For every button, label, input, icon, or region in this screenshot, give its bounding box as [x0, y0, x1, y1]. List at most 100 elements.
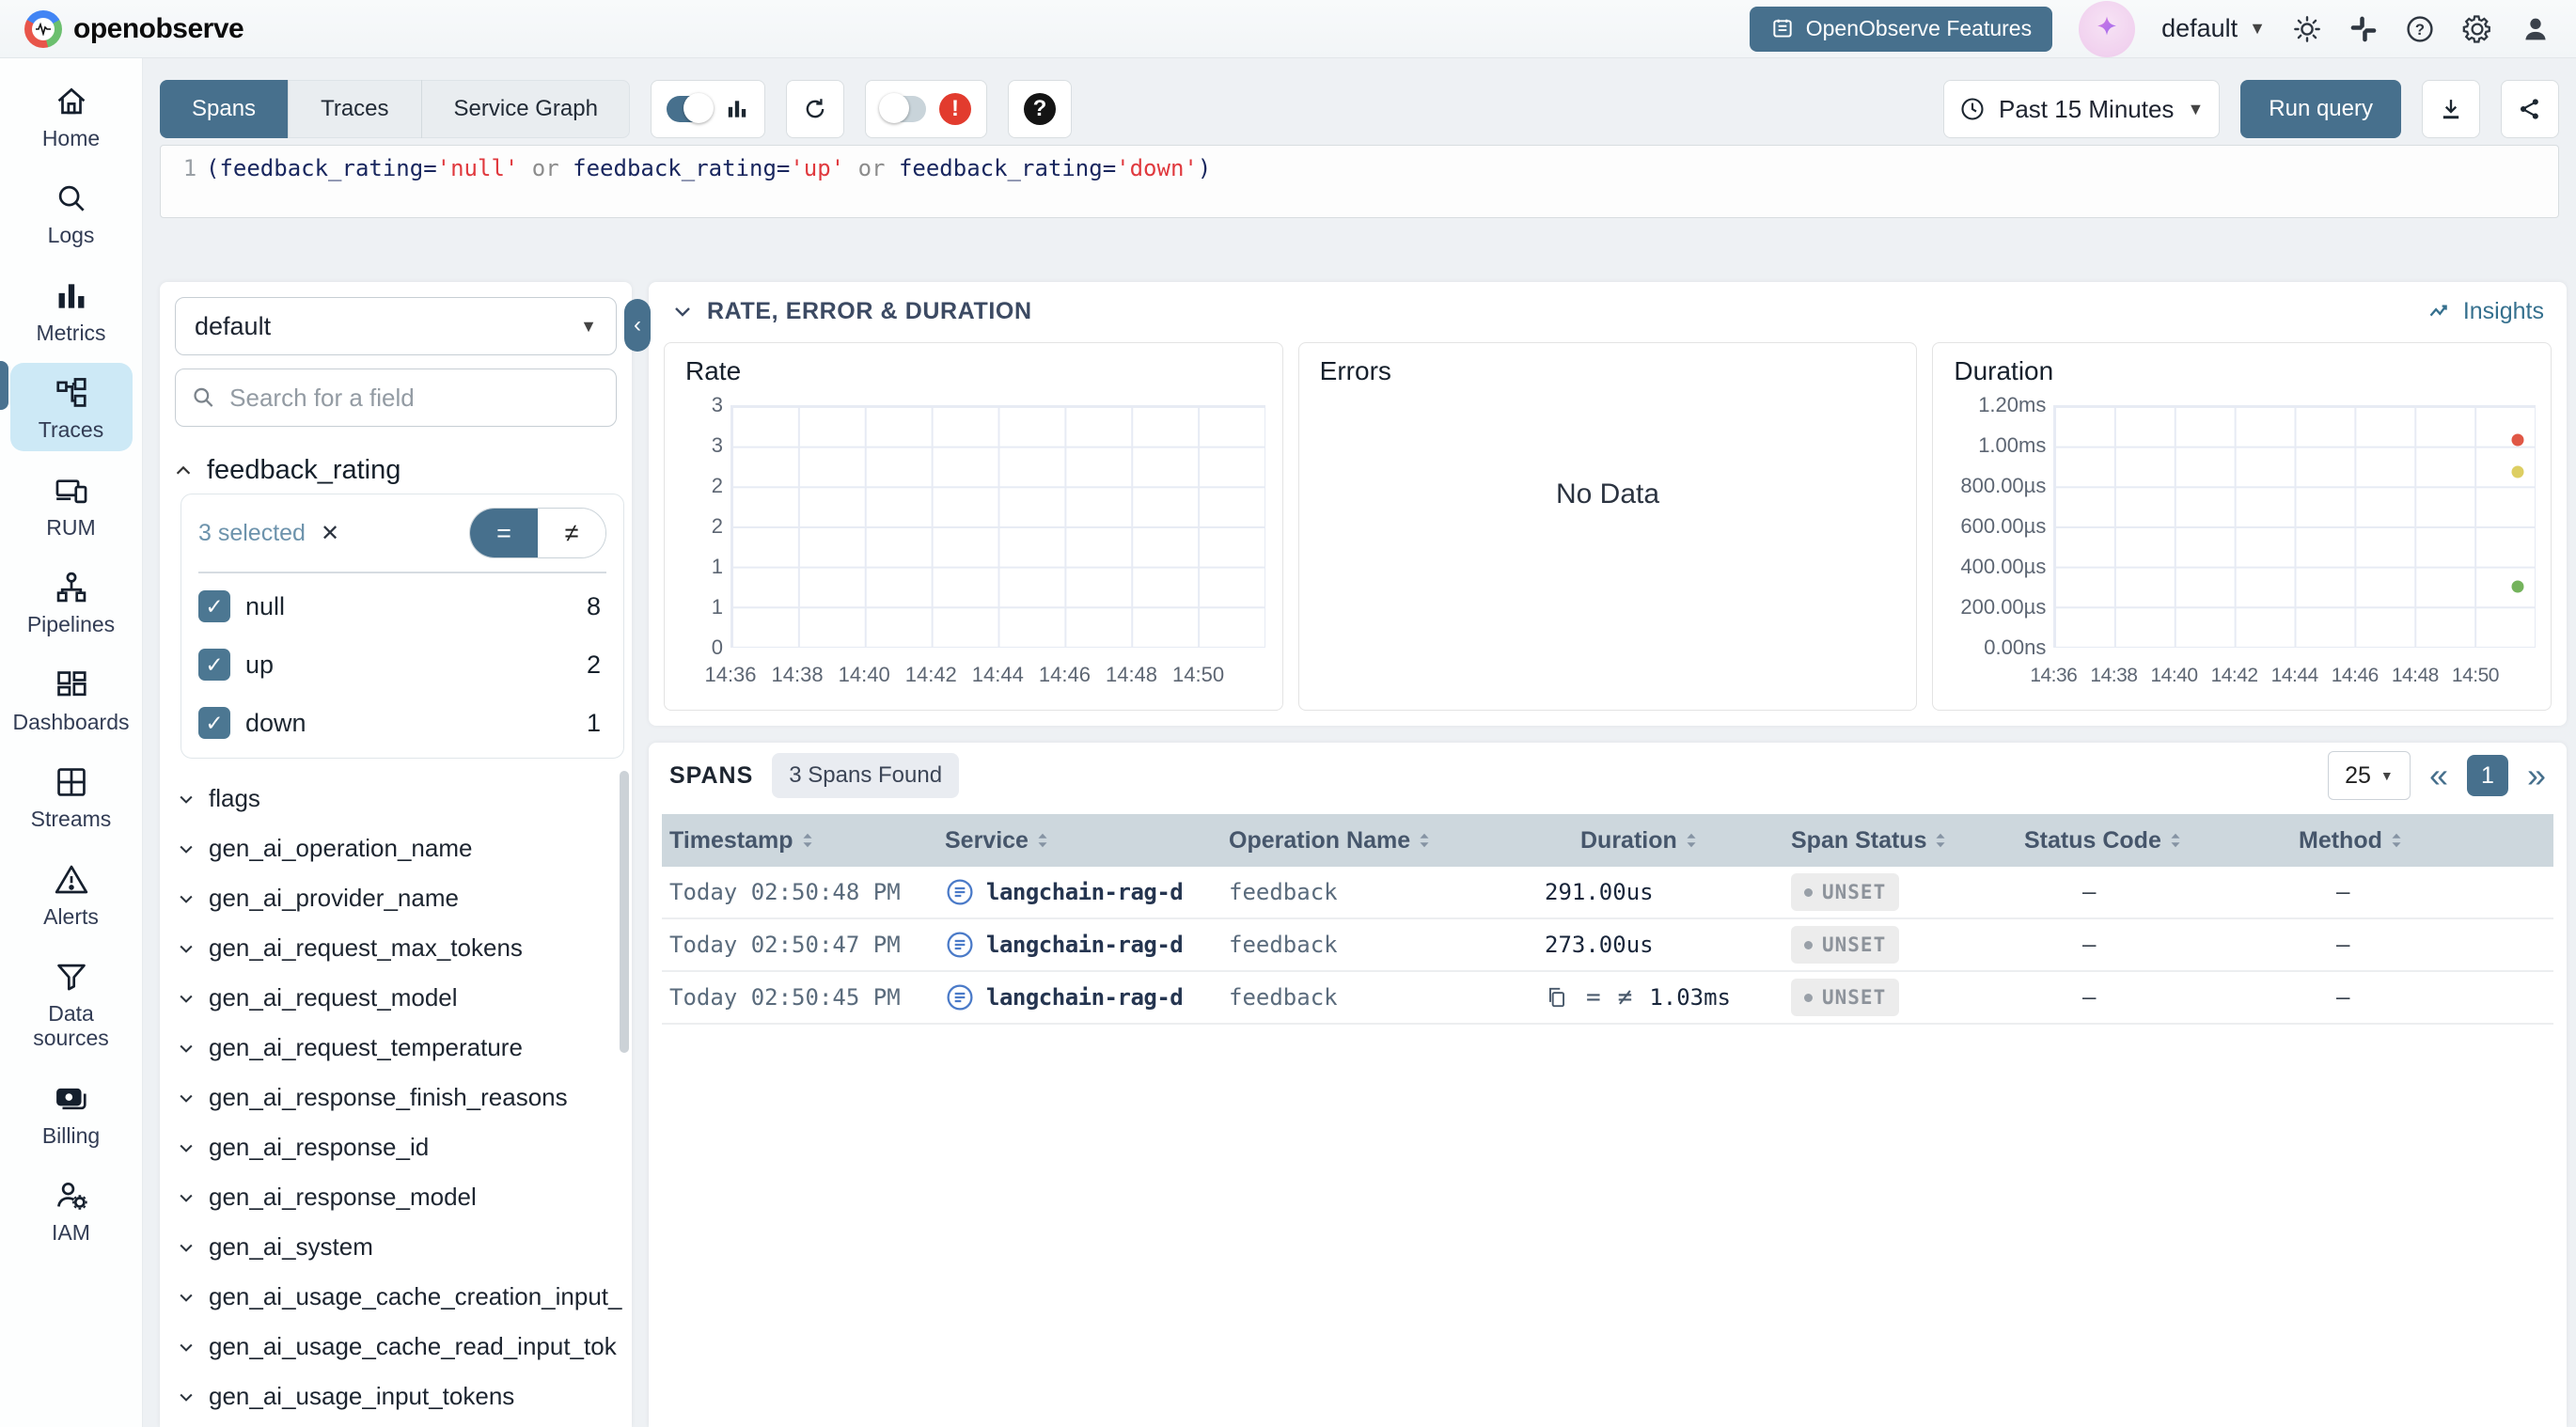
prev-page-button[interactable]: « — [2429, 759, 2448, 792]
copy-icon[interactable] — [1545, 985, 1569, 1010]
span-status-cell: UNSET — [1791, 873, 2024, 911]
field-row-gen_ai_system[interactable]: gen_ai_system — [160, 1222, 632, 1272]
query-help-button[interactable]: ? — [1008, 80, 1072, 138]
sort-icon[interactable] — [2169, 831, 2182, 850]
sidebar-drawer-handle[interactable] — [0, 361, 8, 410]
share-button[interactable] — [2501, 80, 2559, 138]
sidebar-item-alerts[interactable]: Alerts — [10, 850, 133, 937]
tab-traces[interactable]: Traces — [289, 80, 421, 138]
field-row-gen_ai_provider_name[interactable]: gen_ai_provider_name — [160, 873, 632, 923]
chevron-down-icon[interactable] — [671, 300, 694, 322]
fields-scrollbar[interactable] — [620, 771, 629, 1053]
column-header-span-status[interactable]: Span Status — [1791, 827, 2024, 855]
equals-filter-button[interactable]: = — [470, 509, 538, 557]
column-header-timestamp[interactable]: Timestamp — [669, 827, 945, 855]
sidebar-item-billing[interactable]: Billing — [10, 1069, 133, 1156]
field-row-gen_ai_response_id[interactable]: gen_ai_response_id — [160, 1122, 632, 1172]
duration-data-point[interactable] — [2512, 581, 2524, 593]
field-filter-box: 3 selected ✕ = ≠ ✓null8✓up2✓down1 — [181, 494, 624, 759]
not-equals-filter-icon[interactable]: ≠ — [1618, 983, 1633, 1011]
sidebar-item-metrics[interactable]: Metrics — [10, 266, 133, 353]
sidebar-item-pipelines[interactable]: Pipelines — [10, 557, 133, 645]
slack-icon[interactable] — [2348, 14, 2379, 44]
org-selector[interactable]: default ▼ — [2161, 14, 2266, 43]
equals-filter-icon[interactable]: = — [1586, 983, 1601, 1011]
time-range-selector[interactable]: Past 15 Minutes ▼ — [1943, 80, 2220, 138]
span-row[interactable]: Today 02:50:45 PMlangchain-rag-dfeedback… — [662, 972, 2553, 1025]
duration-data-point[interactable] — [2512, 434, 2524, 447]
logo[interactable]: openobserve — [24, 10, 243, 48]
query-editor[interactable]: 1 (feedback_rating='null' or feedback_ra… — [160, 145, 2559, 218]
error-filter-toggle-button[interactable]: ! — [865, 80, 987, 138]
histogram-toggle-button[interactable] — [651, 80, 765, 138]
refresh-button[interactable] — [786, 80, 844, 138]
histogram-toggle[interactable] — [667, 96, 712, 122]
clear-selection-icon[interactable]: ✕ — [321, 520, 339, 547]
expanded-field-header[interactable]: feedback_rating — [173, 455, 622, 486]
column-header-operation-name[interactable]: Operation Name — [1229, 827, 1580, 855]
ai-assistant-button[interactable] — [2079, 1, 2135, 57]
field-row-gen_ai_usage_output_tokens[interactable]: gen_ai_usage_output_tokens — [160, 1421, 632, 1427]
field-value-up[interactable]: ✓up2 — [198, 635, 606, 694]
tab-spans[interactable]: Spans — [160, 80, 289, 138]
field-row-gen_ai_request_model[interactable]: gen_ai_request_model — [160, 973, 632, 1023]
column-header-status-code[interactable]: Status Code — [2024, 827, 2299, 855]
sort-icon[interactable] — [2390, 831, 2403, 850]
sidebar-item-dashboards[interactable]: Dashboards — [10, 655, 133, 743]
field-row-gen_ai_usage_input_tokens[interactable]: gen_ai_usage_input_tokens — [160, 1372, 632, 1421]
checkbox-checked-icon[interactable]: ✓ — [198, 649, 230, 681]
field-row-flags[interactable]: flags — [160, 774, 632, 823]
run-query-button[interactable]: Run query — [2240, 80, 2401, 138]
current-page-button[interactable]: 1 — [2467, 755, 2508, 796]
page-size-selector[interactable]: 25 ▼ — [2328, 751, 2411, 800]
openobserve-features-button[interactable]: OpenObserve Features — [1750, 7, 2052, 52]
panel-collapse-handle[interactable]: ‹ — [624, 299, 651, 352]
stream-selector[interactable]: default ▼ — [175, 297, 617, 355]
sidebar-item-data-sources[interactable]: Data sources — [10, 947, 133, 1059]
sort-icon[interactable] — [1036, 831, 1049, 850]
x-tick: 14:50 — [1172, 663, 1224, 687]
errors-only-toggle[interactable] — [881, 96, 926, 122]
sidebar-item-traces[interactable]: Traces — [10, 363, 133, 450]
span-service: langchain-rag-d — [945, 982, 1229, 1012]
profile-avatar-icon[interactable] — [2520, 13, 2552, 45]
theme-toggle-button[interactable] — [2292, 14, 2322, 44]
field-search-input[interactable] — [229, 384, 601, 413]
download-button[interactable] — [2422, 80, 2480, 138]
y-tick: 600.00µs — [1939, 514, 2046, 539]
field-row-gen_ai_usage_cache_creation_input_[interactable]: gen_ai_usage_cache_creation_input_ — [160, 1272, 632, 1322]
sidebar-item-iam[interactable]: IAM — [10, 1166, 133, 1253]
field-row-gen_ai_request_max_tokens[interactable]: gen_ai_request_max_tokens — [160, 923, 632, 973]
insights-link[interactable]: Insights — [2427, 298, 2544, 325]
span-row[interactable]: Today 02:50:47 PMlangchain-rag-dfeedback… — [662, 919, 2553, 972]
help-icon[interactable]: ? — [2405, 14, 2435, 44]
duration-data-point[interactable] — [2512, 466, 2524, 478]
sort-icon[interactable] — [1418, 831, 1431, 850]
field-row-gen_ai_usage_cache_read_input_tok[interactable]: gen_ai_usage_cache_read_input_tok — [160, 1322, 632, 1372]
sort-icon[interactable] — [1934, 831, 1947, 850]
field-row-gen_ai_response_finish_reasons[interactable]: gen_ai_response_finish_reasons — [160, 1073, 632, 1122]
field-row-gen_ai_request_temperature[interactable]: gen_ai_request_temperature — [160, 1023, 632, 1073]
sort-icon[interactable] — [801, 831, 814, 850]
field-value-down[interactable]: ✓down1 — [198, 694, 606, 752]
field-row-gen_ai_operation_name[interactable]: gen_ai_operation_name — [160, 823, 632, 873]
sort-icon[interactable] — [1685, 831, 1698, 850]
column-header-method[interactable]: Method — [2299, 827, 2553, 855]
column-header-service[interactable]: Service — [945, 827, 1229, 855]
tab-service-graph[interactable]: Service Graph — [422, 80, 630, 138]
y-tick: 0 — [670, 635, 723, 660]
checkbox-checked-icon[interactable]: ✓ — [198, 590, 230, 622]
field-row-gen_ai_response_model[interactable]: gen_ai_response_model — [160, 1172, 632, 1222]
sidebar-item-rum[interactable]: RUM — [10, 461, 133, 548]
sidebar-item-home[interactable]: Home — [10, 71, 133, 159]
sidebar-item-streams[interactable]: Streams — [10, 752, 133, 839]
checkbox-checked-icon[interactable]: ✓ — [198, 707, 230, 739]
field-value-null[interactable]: ✓null8 — [198, 577, 606, 635]
field-name: gen_ai_usage_cache_creation_input_ — [209, 1282, 621, 1311]
next-page-button[interactable]: » — [2527, 759, 2546, 792]
column-header-duration[interactable]: Duration — [1580, 827, 1791, 855]
span-row[interactable]: Today 02:50:48 PMlangchain-rag-dfeedback… — [662, 867, 2553, 919]
sidebar-item-logs[interactable]: Logs — [10, 168, 133, 256]
settings-gear-icon[interactable] — [2461, 13, 2493, 45]
not-equals-filter-button[interactable]: ≠ — [538, 509, 605, 557]
